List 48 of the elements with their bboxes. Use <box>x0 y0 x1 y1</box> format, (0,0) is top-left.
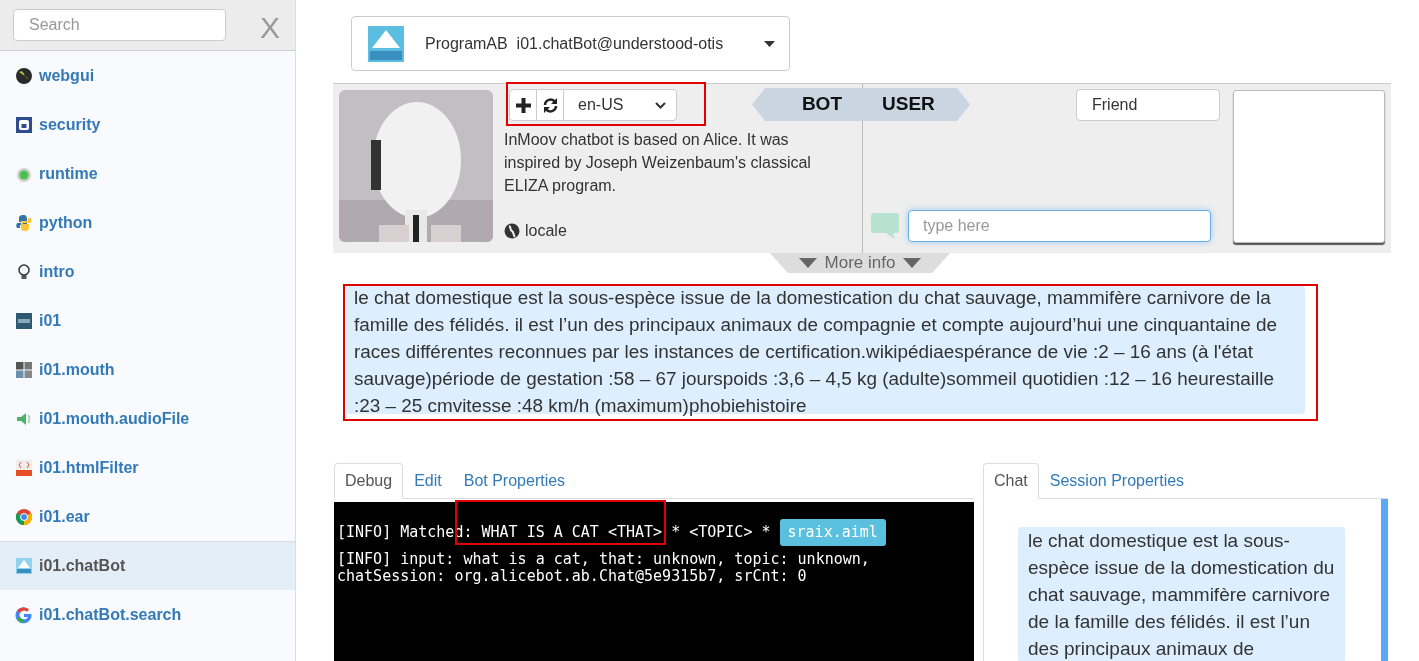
sidebar-item[interactable]: i01.chatBot <box>0 541 295 590</box>
caret-icon <box>764 40 775 47</box>
alice-logo-icon <box>368 25 404 62</box>
sidebar-item[interactable]: i01.mouth.audioFile <box>0 394 295 443</box>
browser-icon <box>15 507 33 526</box>
globe-icon <box>15 66 33 85</box>
sidebar-item[interactable]: i01 <box>0 296 295 345</box>
service-title: ProgramAB i01.chatBot@understood-otis <box>425 33 724 54</box>
tab[interactable]: Debug <box>334 463 404 499</box>
sidebar-item[interactable]: i01.ear <box>0 492 295 541</box>
globe-icon <box>504 223 520 239</box>
lock-icon <box>15 115 33 134</box>
log-line: [INFO] input: what is a cat, that: unknown, topic: unknown, chatSession: org.alicebot.ab.Chat@5e9315b7, srCnt: 0 <box>337 551 870 585</box>
lightbulb-icon <box>15 262 33 281</box>
python-icon <box>15 213 33 232</box>
locale-label: locale <box>525 221 567 241</box>
bot-description: InMoov chatbot is based on Alice. It was inspired by Joseph Weizenbaum's classical ELIZA program. <box>504 130 812 196</box>
tab[interactable]: Bot Properties <box>452 463 577 499</box>
caret-icon <box>903 258 922 268</box>
more-info-toggle[interactable]: More info <box>770 253 950 273</box>
speech-bubble-icon <box>871 213 899 239</box>
sidebar-item[interactable]: runtime <box>0 149 295 198</box>
search-field[interactable]: Search <box>13 9 226 41</box>
service-selector[interactable]: ProgramAB i01.chatBot@understood-otis <box>351 16 790 71</box>
letter-grid-icon <box>15 360 33 379</box>
caret-icon <box>798 258 817 268</box>
tile-icon <box>15 311 33 330</box>
chat-input-field[interactable]: type here <box>908 210 1211 242</box>
alice-logo-icon <box>15 557 33 575</box>
sidebar-item[interactable]: i01.chatBot.search <box>0 590 295 639</box>
sidebar-item[interactable]: security <box>0 100 295 149</box>
sidebar-item[interactable]: i01.mouth <box>0 345 295 394</box>
tab[interactable]: Chat <box>983 463 1039 499</box>
sidebar-item[interactable]: python <box>0 198 295 247</box>
g-logo-icon <box>15 605 33 624</box>
username-field[interactable]: Friend <box>1076 89 1220 121</box>
tab[interactable]: Edit <box>403 463 453 499</box>
sidebar-item[interactable]: webgui <box>0 51 295 100</box>
sidebar-item[interactable]: intro <box>0 247 295 296</box>
bot-response: le chat domestique est la sous-espèce issue de la domestication du chat sauvage, mammifère carnivore de la famille des félidés. il est l’un des principaux animaux de compagnie et compte aujourd’hui une cinquantaine de races différentes reconnues par les instances de certification.wikipédiaespérance de vie :2 – 16 ans (à l'état sauvage)période de gestation :58 – 67 jourspoids :3,6 – 4,5 kg (adulte)sommeil quotidien :12 – 16 heurestaille :23 – 25 cmvitesse :48 km/h (maximum)phobiehistoire <box>354 286 1279 418</box>
file-label: sraix.aiml <box>779 519 886 546</box>
html-icon <box>15 458 33 477</box>
sidebar-item[interactable]: i01.htmlFilter <box>0 443 295 492</box>
chat-message: le chat domestique est la sous-espèce issue de la domestication du chat sauvage, mammifère carnivore de la famille des félidés. il est l’un des principaux animaux de <box>1028 529 1335 661</box>
close-button[interactable]: X <box>260 13 280 43</box>
bot-banner: BOT <box>752 88 862 121</box>
user-banner: USER <box>862 88 970 121</box>
tab[interactable]: Session Properties <box>1038 463 1196 499</box>
